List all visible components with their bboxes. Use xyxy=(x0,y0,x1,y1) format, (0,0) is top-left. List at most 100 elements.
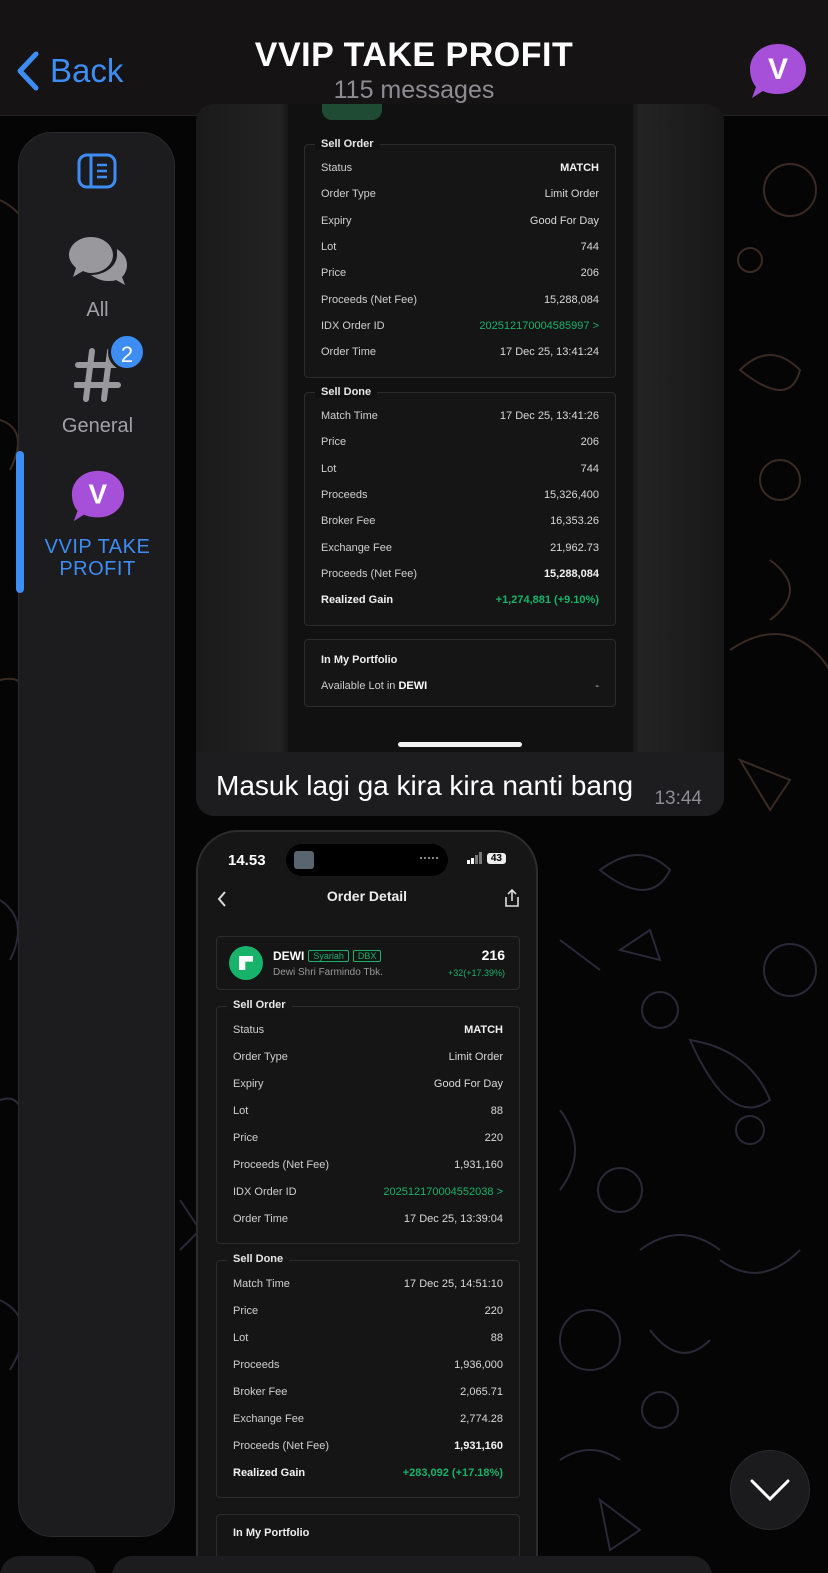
portfolio-ticker: DEWI xyxy=(398,680,428,692)
detail-row: Proceeds (Net Fee) 15,288,084 xyxy=(321,568,599,580)
detail-value: 16,353.26 xyxy=(550,515,599,528)
detail-value: 15,288,084 xyxy=(543,293,599,306)
detail-value: 2,065.71 xyxy=(460,1386,503,1398)
detail-key: Proceeds (Net Fee) xyxy=(321,293,417,306)
detail-key: Realized Gain xyxy=(321,594,394,607)
detail-row: Order Type Limit Order xyxy=(233,1051,503,1063)
chat-header: Back VVIP TAKE PROFIT 115 messages V xyxy=(0,0,828,116)
sell-order-card: Sell Order Status MATCH Order Type Limit Or… xyxy=(216,999,520,1244)
order-detail-title: Order Detail xyxy=(326,888,408,904)
message-bubble-photo[interactable]: Sell Order Status MATCH Order Type Limit Or… xyxy=(196,104,724,816)
folder-vvip-label-line2: PROFIT xyxy=(59,558,136,580)
unread-badge: 2 xyxy=(108,333,146,371)
detail-key: Match Time xyxy=(233,1278,290,1290)
detail-row: Price 206 xyxy=(321,436,599,448)
detail-key: Lot xyxy=(233,1332,249,1344)
detail-row: Broker Fee 2,065.71 xyxy=(233,1386,503,1398)
detail-row: Match Time 17 Dec 25, 14:51:10 xyxy=(233,1278,503,1290)
folder-all[interactable]: All xyxy=(19,235,176,322)
chat-title[interactable]: VVIP TAKE PROFIT xyxy=(0,36,828,75)
detail-key: IDX Order ID xyxy=(233,1186,297,1198)
detail-key: Broker Fee xyxy=(321,515,376,528)
folder-all-label: All xyxy=(86,299,109,321)
island-waveform xyxy=(420,857,438,863)
detail-row: Proceeds 1,936,000 xyxy=(233,1359,503,1371)
detail-value: 744 xyxy=(580,462,599,475)
detail-value: 1,936,000 xyxy=(454,1359,503,1371)
detail-value: 17 Dec 25, 13:41:24 xyxy=(499,346,599,359)
message-caption: Masuk lagi ga kira kira nanti bang xyxy=(216,770,634,801)
share-icon xyxy=(505,888,519,907)
detail-key: Price xyxy=(233,1132,259,1144)
folder-vvip-label-line1: VVIP TAKE xyxy=(44,536,151,558)
detail-value[interactable]: 202512170004552038 > xyxy=(383,1186,503,1198)
sell-done-card: Sell Done Match Time 17 Dec 25, 13:41:26 P… xyxy=(304,386,616,626)
detail-row: Expiry Good For Day xyxy=(233,1078,503,1090)
scroll-to-bottom-button[interactable] xyxy=(730,1450,810,1530)
detail-row: Lot 744 xyxy=(321,463,599,475)
detail-row: Price 220 xyxy=(233,1305,503,1317)
detail-key: Price xyxy=(321,267,347,280)
detail-key: Price xyxy=(233,1305,259,1317)
detail-value: 21,962.73 xyxy=(550,541,599,554)
portfolio-title: In My Portfolio xyxy=(321,654,398,666)
detail-key: Status xyxy=(321,162,353,174)
detail-value: Limit Order xyxy=(544,188,599,201)
detail-value: 88 xyxy=(490,1332,503,1344)
detail-row: Price 220 xyxy=(233,1132,503,1144)
detail-row: Order Type Limit Order xyxy=(321,188,599,200)
detail-value: 206 xyxy=(580,267,599,280)
portfolio-title: In My Portfolio xyxy=(233,1527,310,1539)
detail-key: Expiry xyxy=(321,214,352,227)
detail-key: Order Type xyxy=(233,1051,288,1063)
detail-value: +1,274,881 (+9.10%) xyxy=(495,594,599,607)
detail-row: Proceeds (Net Fee) 1,931,160 xyxy=(233,1440,503,1452)
stock-header-row: DEWI Syariah DBX xyxy=(273,949,382,963)
island-thumbnail xyxy=(294,851,314,869)
sell-done-card: Sell Done Match Time 17 Dec 25, 14:51:10 P… xyxy=(216,1253,520,1498)
detail-value: 15,326,400 xyxy=(543,488,599,501)
detail-row: Broker Fee 16,353.26 xyxy=(321,515,599,527)
folder-vvip-take-profit[interactable]: V VVIP TAKE PROFIT xyxy=(19,469,176,580)
dynamic-island xyxy=(286,844,448,876)
detail-key: Proceeds xyxy=(233,1359,280,1371)
stock-change: +32(+17.39%) xyxy=(447,968,505,978)
screenshot-image[interactable]: Sell Order Status MATCH Order Type Limit Or… xyxy=(196,104,724,752)
detail-value: 1,931,160 xyxy=(454,1159,503,1171)
detail-row: Exchange Fee 2,774.28 xyxy=(233,1413,503,1425)
detail-row: Order Time 17 Dec 25, 13:39:04 xyxy=(233,1213,503,1225)
detail-value[interactable]: 202512170004585997 > xyxy=(479,320,599,332)
card-title: Sell Order xyxy=(227,999,292,1011)
detail-value: 2,774.28 xyxy=(460,1413,503,1425)
detail-value: MATCH xyxy=(560,162,599,174)
sidebar-toggle-button[interactable] xyxy=(77,153,117,194)
detail-key: Proceeds xyxy=(321,488,368,501)
detail-key: IDX Order ID xyxy=(321,319,385,332)
detail-row: Match Time 17 Dec 25, 13:41:26 xyxy=(321,410,599,422)
chevron-down-icon xyxy=(750,1479,790,1502)
message-bubble-photo-2[interactable]: 14.53 43 Order Detail DEWI Syariah DBX D… xyxy=(196,830,538,1573)
detail-key: Proceeds (Net Fee) xyxy=(233,1440,329,1452)
detail-key: Proceeds (Net Fee) xyxy=(233,1159,329,1171)
detail-row: Realized Gain +1,274,881 (+9.10%) xyxy=(321,594,599,606)
detail-key: Broker Fee xyxy=(233,1386,288,1398)
detail-value: 220 xyxy=(484,1132,503,1144)
card-title: Sell Order xyxy=(315,138,380,150)
folder-general[interactable]: General 2 xyxy=(19,333,176,438)
chat-avatar[interactable]: V xyxy=(748,42,808,105)
detail-value: +283,092 (+17.18%) xyxy=(402,1467,503,1479)
home-indicator xyxy=(398,742,522,747)
tag-syariah: Syariah xyxy=(308,950,349,962)
detail-key: Expiry xyxy=(233,1078,264,1090)
detail-row: IDX Order ID 202512170004552038 > xyxy=(233,1186,503,1198)
card-title: Sell Done xyxy=(227,1253,290,1265)
status-icons: 43 xyxy=(466,852,506,864)
detail-row: Status MATCH xyxy=(233,1024,503,1036)
detail-key: Lot xyxy=(233,1105,249,1117)
chat-bubbles-icon xyxy=(68,237,127,285)
portfolio-row: Available Lot in DEWI xyxy=(321,680,427,692)
detail-key: Lot xyxy=(321,240,337,253)
detail-row: Price 206 xyxy=(321,267,599,279)
detail-row: Proceeds 15,326,400 xyxy=(321,489,599,501)
detail-key: Lot xyxy=(321,462,337,475)
